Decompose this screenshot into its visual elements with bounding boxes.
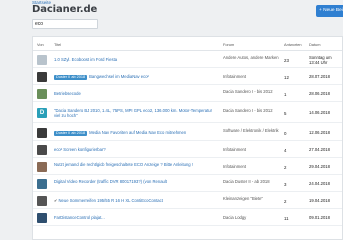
thread-title-link[interactable]: eco² Screen konfigurierbar? [54, 147, 219, 152]
prefix-badge: Duster II ab 2018 [54, 75, 88, 81]
check-icon: ✔ [54, 198, 58, 204]
thread-title-text: Nutzt jemand die rechtlgicb freigeschalt… [54, 161, 193, 167]
forum-link[interactable]: Infotainment [223, 74, 283, 79]
thread-title-link[interactable]: ✔Neue Sommerreifen 195/55 R 16 H XL Cont… [54, 198, 219, 203]
forum-link[interactable]: Andere Autos, andere Marken [223, 55, 283, 60]
thread-title-link[interactable]: FarDistanceControl plajat... [54, 215, 219, 220]
author-avatar[interactable] [37, 179, 47, 189]
thread-title-link[interactable]: Digital Video Recorder (traffic DVR 8001… [54, 179, 219, 184]
table-row[interactable]: eco² Screen konfigurierbar? Infotainment 4… [33, 141, 342, 158]
table-row[interactable]: Nutzt jemand die rechtlgicb freigeschalt… [33, 158, 342, 175]
thread-title-text: Media Nav Favoriten auf Media Nav Eco mi… [89, 130, 187, 136]
table-header: Von Titel Forum Antworten Datum [33, 37, 342, 51]
table-row[interactable]: FarDistanceControl plajat... Dacia Lodgy 1… [33, 209, 342, 226]
answer-count: 0 [284, 130, 287, 136]
last-post-date[interactable]: 24.04.2018 [309, 181, 330, 186]
answer-count: 12 [284, 74, 289, 80]
column-header-titel[interactable]: Titel [54, 42, 61, 47]
author-avatar[interactable]: D [37, 108, 47, 118]
answer-count: 23 [284, 57, 289, 63]
last-post-date[interactable]: 29.04.2018 [309, 164, 330, 169]
thread-title-text: "Dacia Sandero BJ 2010, 1.4L, 75PS, MPI … [54, 107, 212, 118]
thread-title-link[interactable]: "Dacia Sandero BJ 2010, 1.4L, 75PS, MPI … [54, 108, 219, 119]
last-post-date[interactable]: Sonntag um 13:44 Uhr [309, 55, 339, 66]
table-row[interactable]: Duster II ab 2018 Media Nav Favoriten auf… [33, 124, 342, 141]
thread-title-text: eco² Screen konfigurierbar? [54, 147, 106, 153]
table-row[interactable]: Betriebsecode Dacia Sandero I - bis 2012 1… [33, 85, 342, 102]
answer-count: 3 [284, 181, 287, 187]
forum-link[interactable]: Dacia Sandero I - bis 2012 [223, 108, 283, 113]
last-post-date[interactable]: 12.06.2018 [309, 130, 330, 135]
author-avatar[interactable] [37, 213, 47, 223]
column-header-antworten[interactable]: Antworten [284, 42, 302, 47]
author-avatar[interactable] [37, 55, 47, 65]
forum-link[interactable]: Infotainment [223, 147, 283, 152]
site-title: Dacianer.de [32, 4, 98, 15]
author-avatar[interactable] [37, 162, 47, 172]
thread-title-link[interactable]: Betriebsecode [54, 91, 219, 96]
last-post-date[interactable]: 09.01.2018 [309, 215, 330, 220]
author-avatar[interactable] [37, 128, 47, 138]
thread-title-text: Betriebsecode [54, 91, 81, 97]
last-post-date[interactable]: 28.07.2018 [309, 74, 330, 79]
thread-title-text: Digital Video Recorder (traffic DVR 8001… [54, 178, 167, 184]
column-header-forum[interactable]: Forum [223, 42, 234, 47]
table-row[interactable]: Duster II ab 2018 Bangwechsel im MediaNav… [33, 68, 342, 85]
table-row[interactable]: D "Dacia Sandero BJ 2010, 1.4L, 75PS, MPI… [33, 102, 342, 123]
forum-link[interactable]: Dacia Lodgy [223, 215, 283, 220]
forum-link[interactable]: Software / Elektronik / Elektrik [223, 128, 283, 133]
last-post-date[interactable]: 14.06.2018 [309, 110, 330, 115]
answer-count: 2 [284, 164, 287, 170]
thread-title-text: Neue Sommerreifen 195/55 R 16 H XL Conti… [58, 198, 163, 204]
thread-title-link[interactable]: Nutzt jemand die rechtlgicb freigeschalt… [54, 162, 219, 167]
last-post-date[interactable]: 28.06.2018 [309, 91, 330, 96]
answer-count: 11 [284, 215, 289, 221]
forum-link[interactable]: Kleinanzeigen "Biete" [223, 196, 283, 201]
answer-count: 4 [284, 147, 287, 153]
prefix-badge: Duster II ab 2018 [54, 131, 88, 137]
table-row[interactable]: 1.0 SZyl. Ecoboost im Ford Fiesta Andere … [33, 51, 342, 68]
search-input[interactable]: eco [32, 19, 98, 29]
answer-count: 5 [284, 110, 287, 116]
author-avatar[interactable] [37, 196, 47, 206]
column-header-datum[interactable]: Datum [309, 42, 320, 47]
table-row[interactable]: ✔Neue Sommerreifen 195/55 R 16 H XL Cont… [33, 192, 342, 209]
thread-title-link[interactable]: Duster II ab 2018 Media Nav Favoriten auf… [54, 130, 219, 137]
answer-count: 1 [284, 91, 287, 97]
thread-title-link[interactable]: Duster II ab 2018 Bangwechsel im MediaNav… [54, 74, 219, 81]
thread-title-text: Bangwechsel im MediaNav eco² [89, 74, 149, 80]
answer-count: 2 [284, 198, 287, 204]
forum-link[interactable]: Infotainment [223, 164, 283, 169]
forum-link[interactable]: Dacia Sandero I - bis 2012 [223, 89, 283, 94]
thread-title-text: FarDistanceControl plajat... [54, 215, 105, 221]
last-post-date[interactable]: 19.04.2018 [309, 198, 330, 203]
last-post-date[interactable]: 27.04.2018 [309, 147, 330, 152]
thread-title-text: 1.0 SZyl. Ecoboost im Ford Fiesta [54, 57, 118, 63]
forum-link[interactable]: Dacia Duster II - ab 2018 [223, 179, 283, 184]
thread-title-link[interactable]: 1.0 SZyl. Ecoboost im Ford Fiesta [54, 57, 219, 62]
table-row[interactable]: Digital Video Recorder (traffic DVR 8001… [33, 175, 342, 192]
author-avatar[interactable] [37, 89, 47, 99]
author-avatar[interactable] [37, 72, 47, 82]
new-post-button[interactable]: + Neue Beitrag [316, 5, 343, 17]
author-avatar[interactable] [37, 145, 47, 155]
column-header-von[interactable]: Von [37, 42, 44, 47]
results-table: Von Titel Forum Antworten Datum 1.0 SZyl… [32, 36, 343, 240]
